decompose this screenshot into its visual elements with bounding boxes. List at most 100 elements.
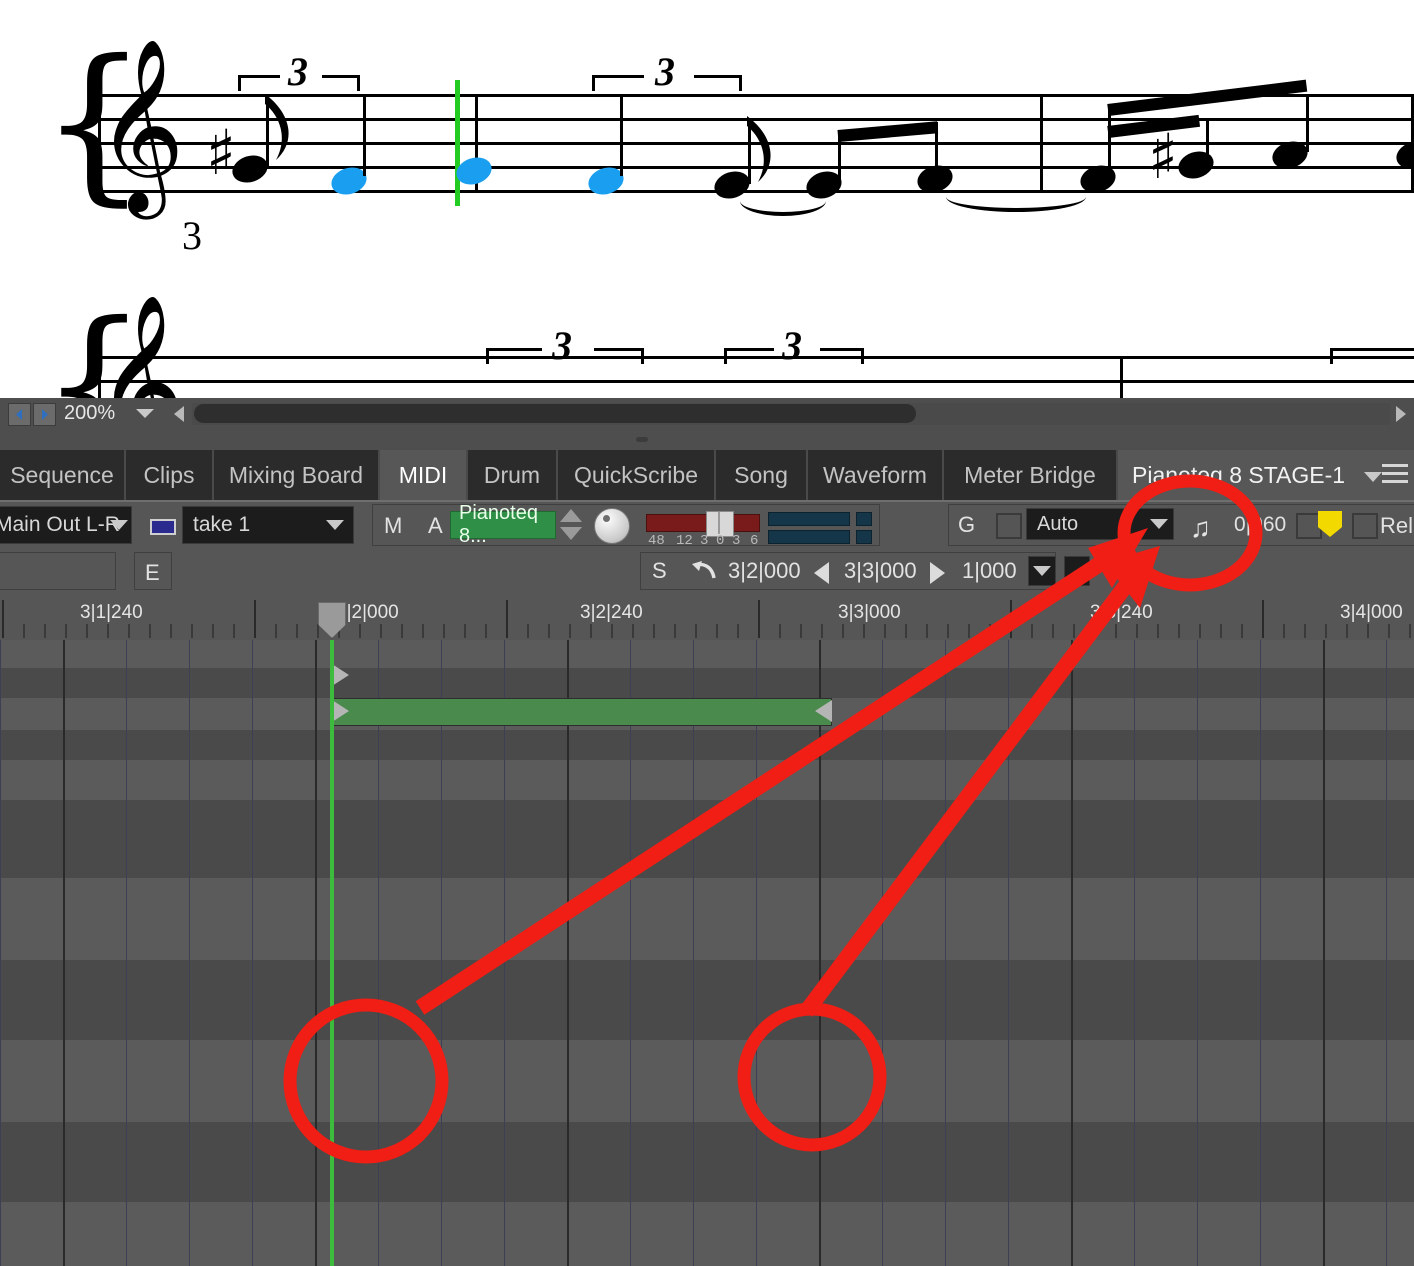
grid-button[interactable]: G bbox=[958, 512, 975, 538]
fader-scale-tick: 0 bbox=[716, 533, 725, 549]
grid-line bbox=[630, 640, 631, 1266]
fader-scale-tick: 3 bbox=[700, 533, 709, 549]
piano-roll-grid[interactable]: F#3E3E3D3 bbox=[0, 640, 1414, 1266]
grid-line bbox=[0, 640, 1, 1266]
tab-label: Waveform bbox=[823, 461, 927, 488]
patch-button[interactable]: Pianoteq 8... bbox=[450, 502, 556, 547]
ruler-label: 3|3|000 bbox=[838, 602, 901, 623]
clip-selection-bar[interactable] bbox=[332, 698, 832, 726]
tab-waveform[interactable]: Waveform bbox=[808, 450, 944, 500]
ruler-tick bbox=[758, 600, 760, 638]
tab-mixing-board[interactable]: Mixing Board bbox=[214, 450, 380, 500]
take-label: take 1 bbox=[193, 513, 251, 536]
note-duration-value[interactable]: 0|060 bbox=[1234, 513, 1286, 537]
nav-forward-button[interactable] bbox=[33, 403, 56, 426]
patch-label: Pianoteq 8... bbox=[459, 502, 538, 547]
tab-label: Clips bbox=[143, 461, 195, 488]
note-row[interactable] bbox=[0, 1202, 1414, 1266]
zoom-dropdown-icon[interactable] bbox=[136, 409, 154, 418]
playhead-marker[interactable] bbox=[318, 602, 346, 638]
resize-handle[interactable] bbox=[636, 437, 648, 442]
note-row[interactable] bbox=[0, 1122, 1414, 1203]
length-dropdown-icon[interactable] bbox=[1033, 566, 1051, 576]
note-row[interactable] bbox=[0, 730, 1414, 761]
scroll-right-arrow-icon[interactable] bbox=[1396, 406, 1406, 422]
output-dropdown-icon[interactable] bbox=[110, 520, 128, 530]
clip-end-marker[interactable] bbox=[815, 700, 832, 722]
ruler-tick bbox=[1409, 624, 1411, 638]
selection-end-value[interactable]: 3|3|000 bbox=[844, 558, 917, 584]
menu-icon[interactable] bbox=[1382, 464, 1408, 488]
barline bbox=[1120, 356, 1123, 398]
note-row[interactable] bbox=[0, 668, 1414, 699]
tab-song[interactable]: Song bbox=[716, 450, 808, 500]
note-row[interactable] bbox=[0, 640, 1414, 669]
note-beam bbox=[1107, 79, 1308, 116]
sixteenth-note-icon[interactable]: ♫ bbox=[1190, 514, 1211, 542]
ruler-tick bbox=[443, 624, 445, 638]
release-checkbox[interactable] bbox=[1352, 513, 1378, 539]
tab-quickscribe[interactable]: QuickScribe bbox=[558, 450, 716, 500]
take-dropdown-icon[interactable] bbox=[326, 520, 344, 530]
note-row[interactable] bbox=[0, 878, 1414, 961]
tab-drum[interactable]: Drum bbox=[468, 450, 558, 500]
ruler-tick bbox=[170, 624, 172, 638]
ruler-tick bbox=[128, 624, 130, 638]
notation-pane[interactable]: { 𝄞 3 3 ♯ ♯ 3 {𝄞 3 3 bbox=[0, 0, 1414, 398]
clip-start-marker[interactable] bbox=[332, 700, 349, 722]
ruler-tick bbox=[968, 624, 970, 638]
note-row[interactable] bbox=[0, 960, 1414, 1041]
plugin-name-selector[interactable]: Pianoteq 8 STAGE-1 bbox=[1118, 450, 1414, 500]
zoom-level-label[interactable]: 200% bbox=[64, 402, 115, 425]
step-back-icon[interactable] bbox=[814, 562, 829, 584]
tab-sequence[interactable]: Sequence bbox=[0, 450, 126, 500]
tab-midi[interactable]: MIDI bbox=[380, 450, 468, 500]
solo-button[interactable]: S bbox=[652, 558, 667, 584]
grid-checkbox[interactable] bbox=[996, 513, 1022, 539]
grid-label: G bbox=[958, 512, 976, 537]
selection-start-value[interactable]: 3|2|000 bbox=[728, 558, 801, 584]
ruler-tick bbox=[1220, 624, 1222, 638]
tab-clips[interactable]: Clips bbox=[126, 450, 214, 500]
grid-line bbox=[567, 640, 569, 1266]
keyboard-icon[interactable] bbox=[150, 519, 176, 535]
edit-label: E bbox=[145, 560, 160, 586]
ruler-tick bbox=[716, 624, 718, 638]
clip-indicator-left[interactable] bbox=[856, 512, 872, 526]
ruler-tick bbox=[1073, 624, 1075, 638]
patch-stepper[interactable] bbox=[560, 509, 582, 541]
ruler-tick bbox=[1241, 624, 1243, 638]
mute-button[interactable]: M bbox=[384, 513, 402, 539]
clip-indicator-right[interactable] bbox=[856, 530, 872, 544]
length-dropdown[interactable] bbox=[1028, 556, 1056, 586]
scroll-left-arrow-icon[interactable] bbox=[174, 406, 184, 422]
note-flag-icon bbox=[744, 114, 784, 184]
note-row[interactable] bbox=[0, 1040, 1414, 1123]
blank-field[interactable] bbox=[0, 552, 116, 590]
undo-arrow-icon[interactable] bbox=[690, 558, 718, 587]
ruler-tick bbox=[485, 624, 487, 638]
ruler-tick bbox=[2, 600, 4, 638]
timeline-ruler[interactable]: 3|1|240 3|2|000 3|2|240 3|3|000 3|3|240 … bbox=[0, 598, 1414, 640]
note-flag-icon bbox=[262, 92, 302, 162]
grid-dropdown-icon[interactable] bbox=[1150, 519, 1168, 529]
notehead[interactable] bbox=[1174, 147, 1218, 183]
arm-button[interactable]: A bbox=[428, 513, 443, 539]
fader-scale-tick: 48 bbox=[648, 533, 665, 549]
note-row[interactable] bbox=[0, 800, 1414, 879]
clip-start-marker-upper[interactable] bbox=[332, 664, 349, 686]
step-forward-icon[interactable] bbox=[930, 562, 945, 584]
horizontal-scrollbar-thumb[interactable] bbox=[194, 404, 916, 423]
selection-length-value[interactable]: 1|000 bbox=[962, 558, 1017, 584]
extra-field[interactable] bbox=[1064, 556, 1090, 586]
plugin-dropdown-icon[interactable] bbox=[1364, 472, 1382, 482]
note-row[interactable] bbox=[0, 760, 1414, 801]
nav-back-button[interactable] bbox=[8, 403, 31, 426]
ruler-tick bbox=[149, 624, 151, 638]
tab-meter-bridge[interactable]: Meter Bridge bbox=[944, 450, 1118, 500]
volume-fader-track[interactable] bbox=[646, 514, 760, 532]
pan-knob[interactable] bbox=[594, 508, 630, 544]
grid-line bbox=[1197, 640, 1198, 1266]
treble-clef-icon: 𝄞 bbox=[96, 38, 185, 212]
ruler-tick bbox=[1283, 624, 1285, 638]
